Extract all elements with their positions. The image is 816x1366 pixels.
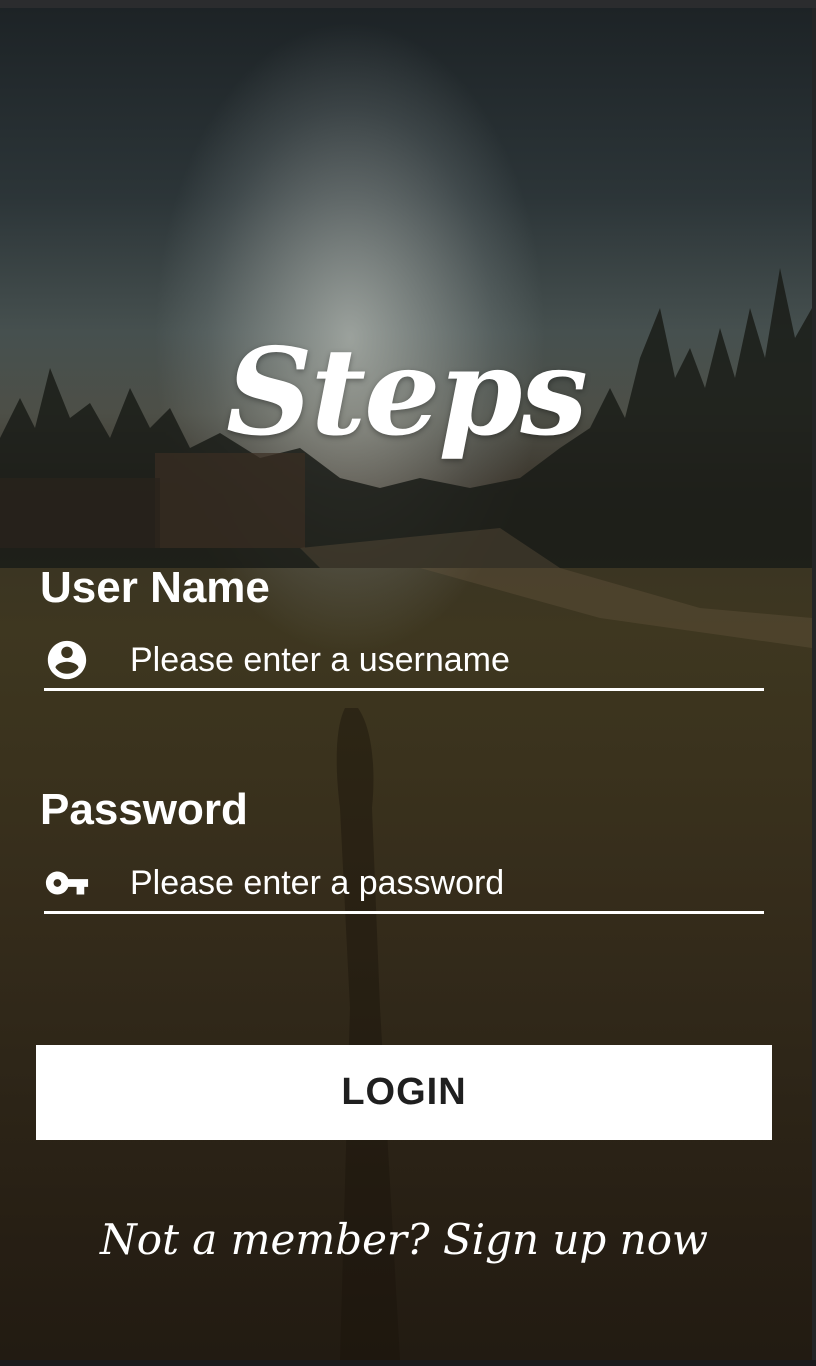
password-input[interactable] (130, 858, 760, 908)
login-screen: Steps User Name Password LOGIN Not a mem… (0, 0, 816, 1366)
right-edge-strip (812, 8, 816, 1366)
password-field (44, 852, 764, 914)
username-label: User Name (40, 563, 270, 612)
username-field (44, 629, 764, 691)
password-label: Password (40, 785, 248, 834)
account-circle-icon (44, 637, 90, 683)
app-logo: Steps (226, 322, 588, 463)
key-icon (44, 860, 90, 906)
login-button[interactable]: LOGIN (36, 1045, 772, 1140)
bottom-strip (0, 1360, 816, 1366)
status-strip (0, 0, 816, 8)
username-input[interactable] (130, 635, 760, 685)
signup-link[interactable]: Not a member? Sign up now (0, 1205, 808, 1275)
